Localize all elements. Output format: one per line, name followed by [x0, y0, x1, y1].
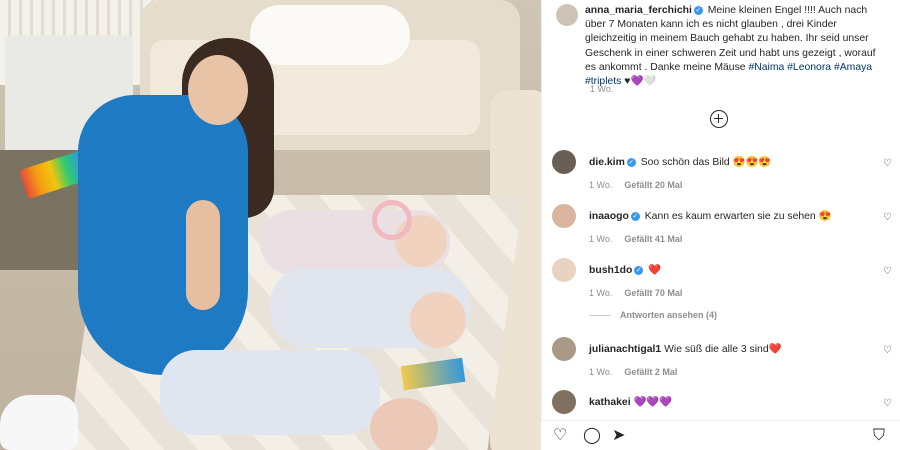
heart-icon[interactable]: ♡ [883, 398, 892, 409]
hashtag-link[interactable]: #Leonora [787, 62, 831, 73]
comment-time[interactable]: 1 Wo. [589, 288, 612, 298]
woman-blue-dress [78, 95, 248, 375]
comment-icon[interactable]: ◯ [583, 428, 601, 444]
comment-body: Soo schön das Bild 😍😍😍 [640, 157, 772, 168]
post-action-bar: ♡ ◯ ➤ ⛉ [541, 420, 900, 450]
comment-likes[interactable]: Gefällt 70 Mal [624, 288, 682, 298]
comment-meta: 1 Wo. Gefällt 41 Mal [589, 234, 694, 244]
comment-username[interactable]: julianachtigal1 [589, 344, 661, 355]
comment-meta: 1 Wo. Gefällt 70 Mal [589, 288, 694, 298]
post-caption: anna_maria_ferchichi ✓ Meine kleinen Enge… [556, 4, 886, 89]
comment-meta: 1 Wo. Gefällt 20 Mal [589, 180, 694, 190]
sneaker [0, 395, 78, 450]
avatar[interactable] [556, 4, 578, 26]
comment-text: die.kim ✓ Soo schön das Bild 😍😍😍 [589, 156, 771, 169]
comment-likes[interactable]: Gefällt 2 Mal [624, 367, 677, 377]
comment-body: Wie süß die alle 3 sind❤️ [664, 344, 782, 355]
comment-username[interactable]: inaaogo [589, 211, 629, 222]
comment-body: 💜💜💜 [633, 397, 673, 408]
avatar[interactable] [552, 150, 576, 174]
heart-icon[interactable]: ♡ [883, 158, 892, 169]
comment-body: Kann es kaum erwarten sie zu sehen 😍 [644, 211, 832, 222]
heart-icon[interactable]: ♡ [883, 345, 892, 356]
baby-2-head [410, 292, 466, 348]
verified-icon: ✓ [626, 157, 636, 167]
comment-likes[interactable]: Gefällt 20 Mal [624, 180, 682, 190]
avatar[interactable] [552, 390, 576, 414]
save-icon[interactable]: ⛉ [873, 428, 885, 444]
comment-time[interactable]: 1 Wo. [589, 367, 612, 377]
view-replies-button[interactable]: Antworten ansehen (4) [590, 310, 717, 320]
comment-username[interactable]: kathakei [589, 397, 631, 408]
comment-username[interactable]: die.kim [589, 157, 625, 168]
heart-icon[interactable]: ♡ [883, 212, 892, 223]
post-time[interactable]: 1 Wo. [590, 84, 613, 94]
comment-time[interactable]: 1 Wo. [589, 180, 612, 190]
verified-icon: ✓ [630, 211, 640, 221]
woman-arm [186, 200, 220, 310]
baby-3 [160, 350, 380, 435]
comment-text: julianachtigal1 Wie süß die alle 3 sind❤… [589, 343, 782, 356]
post-photo[interactable] [0, 0, 541, 450]
share-icon[interactable]: ➤ [612, 428, 625, 444]
avatar[interactable] [552, 204, 576, 228]
verified-icon: ✓ [634, 265, 644, 275]
verified-icon: ✓ [693, 5, 703, 15]
load-more-comments-button[interactable] [710, 110, 728, 128]
avatar[interactable] [552, 337, 576, 361]
blanket [250, 5, 410, 65]
baby-3-head [370, 398, 438, 450]
hashtag-link[interactable]: #Amaya [834, 62, 872, 73]
woman-head [188, 55, 248, 125]
comment-username[interactable]: bush1do [589, 265, 632, 276]
comment-likes[interactable]: Gefällt 41 Mal [624, 234, 682, 244]
heart-icon[interactable]: ♡ [883, 266, 892, 277]
comment-time[interactable]: 1 Wo. [589, 234, 612, 244]
hashtag-link[interactable]: #Naima [748, 62, 784, 73]
like-icon[interactable]: ♡ [553, 428, 567, 444]
caption-emojis: ♥💜🤍 [624, 76, 657, 88]
comment-text: bush1do ✓ ❤️ [589, 264, 661, 277]
avatar[interactable] [552, 258, 576, 282]
comment-text: kathakei 💜💜💜 [589, 396, 672, 409]
caption-username[interactable]: anna_maria_ferchichi [585, 5, 692, 16]
comment-meta: 1 Wo. Gefällt 2 Mal [589, 367, 689, 377]
ring-toy [372, 200, 412, 240]
caption-text: anna_maria_ferchichi ✓ Meine kleinen Enge… [585, 4, 885, 89]
comment-text: inaaogo ✓ Kann es kaum erwarten sie zu se… [589, 210, 832, 223]
comment-body: ❤️ [648, 265, 662, 276]
